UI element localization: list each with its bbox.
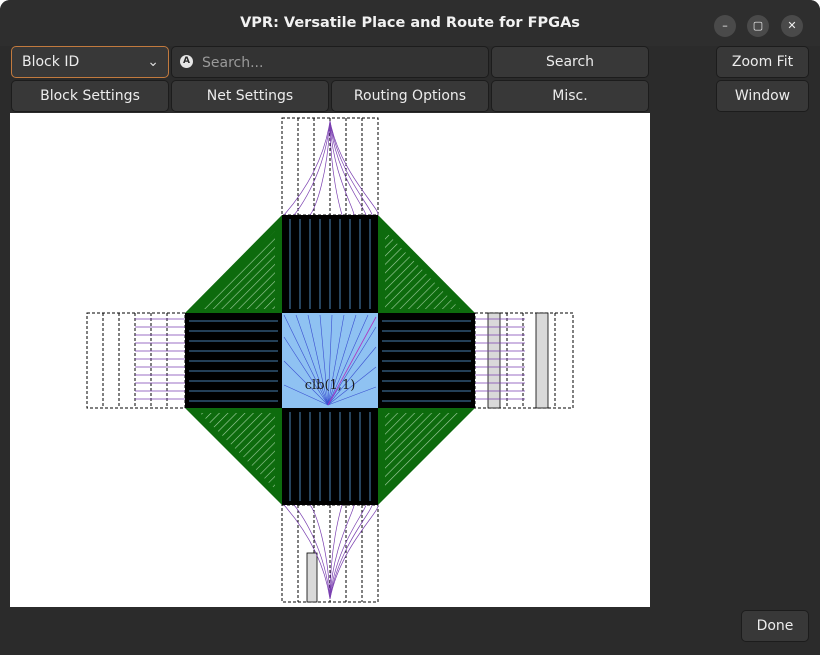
maximize-button[interactable]: ▢ bbox=[747, 15, 769, 37]
minimize-button[interactable]: – bbox=[714, 15, 736, 37]
bottom-bar bbox=[0, 607, 820, 655]
block-select-dropdown[interactable]: Block ID ⌄ bbox=[11, 46, 169, 78]
io-pad-highlight-right-2 bbox=[535, 312, 549, 409]
tab-misc[interactable]: Misc. bbox=[491, 80, 649, 112]
close-button[interactable]: ✕ bbox=[781, 15, 803, 37]
logic-block-label: clb(1,1) bbox=[305, 378, 356, 393]
io-pad-highlight-bottom bbox=[306, 552, 318, 603]
chevron-down-icon: ⌄ bbox=[147, 54, 159, 70]
title-bar: VPR: Versatile Place and Route for FPGAs… bbox=[0, 0, 820, 46]
window-button[interactable]: Window bbox=[716, 80, 809, 112]
tab-block-settings[interactable]: Block Settings bbox=[11, 80, 169, 112]
tab-net-settings[interactable]: Net Settings bbox=[171, 80, 329, 112]
search-box[interactable]: A bbox=[171, 46, 489, 78]
block-select-value: Block ID bbox=[22, 54, 80, 70]
done-button[interactable]: Done bbox=[741, 610, 809, 642]
search-button[interactable]: Search bbox=[491, 46, 649, 78]
search-icon: A bbox=[180, 55, 193, 68]
window-title: VPR: Versatile Place and Route for FPGAs bbox=[240, 15, 580, 31]
zoom-fit-button[interactable]: Zoom Fit bbox=[716, 46, 809, 78]
search-input[interactable] bbox=[200, 51, 484, 75]
tab-routing-options[interactable]: Routing Options bbox=[331, 80, 489, 112]
fpga-layout-graphic: clb(1,1) bbox=[86, 117, 574, 603]
fpga-canvas[interactable]: clb(1,1) bbox=[10, 113, 650, 607]
app-window: VPR: Versatile Place and Route for FPGAs… bbox=[0, 0, 820, 655]
